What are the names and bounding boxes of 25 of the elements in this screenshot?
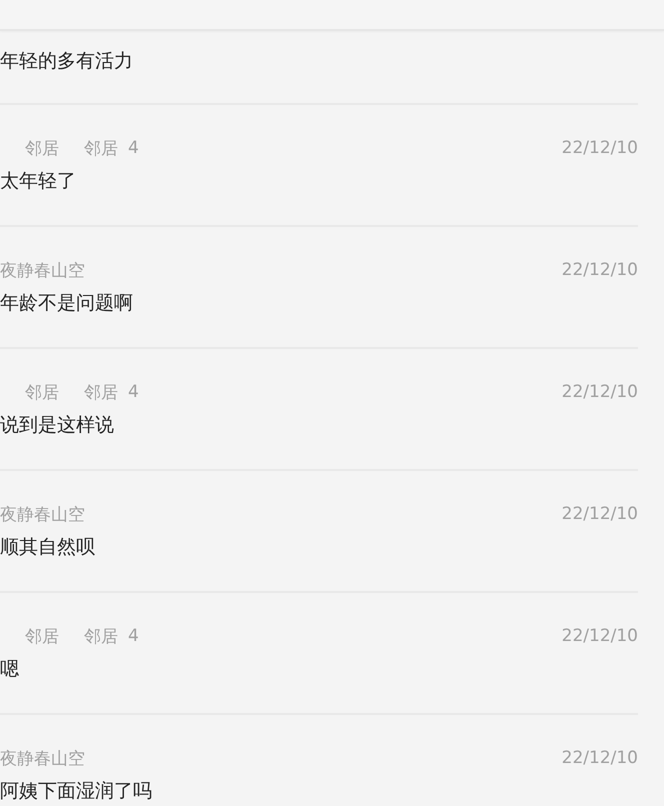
comment-author[interactable]: 夜静春山空	[0, 746, 85, 770]
comment-text: 年龄不是问题啊	[0, 291, 134, 315]
reply-target[interactable]: 邻居	[84, 624, 118, 648]
comment-author[interactable]: 邻居	[25, 624, 59, 648]
comment-text: 太年轻了	[0, 169, 77, 193]
comment-text: 年轻的多有活力	[0, 49, 134, 73]
comment-date: 22/12/10	[562, 626, 638, 646]
comment-date: 22/12/10	[562, 382, 638, 402]
comment-date: 22/12/10	[562, 504, 638, 524]
reply-target[interactable]: 邻居	[84, 380, 118, 404]
comment-text: 顺其自然呗	[0, 535, 96, 559]
user-level: 4	[128, 138, 139, 158]
comment-text: 说到是这样说	[0, 413, 115, 437]
comment-date: 22/12/10	[562, 748, 638, 768]
comment-author[interactable]: 夜静春山空	[0, 258, 85, 282]
user-level: 4	[128, 626, 139, 646]
comment-author[interactable]: 邻居	[25, 380, 59, 404]
user-level: 4	[128, 382, 139, 402]
comment-text: 阿姨下面湿润了吗	[0, 779, 153, 803]
reply-target[interactable]: 邻居	[84, 136, 118, 160]
comment-date: 22/12/10	[562, 138, 638, 158]
comment-author[interactable]: 邻居	[25, 136, 59, 160]
comment-date: 22/12/10	[562, 260, 638, 280]
comment-text: 嗯	[0, 657, 20, 681]
comment-author[interactable]: 夜静春山空	[0, 502, 85, 526]
